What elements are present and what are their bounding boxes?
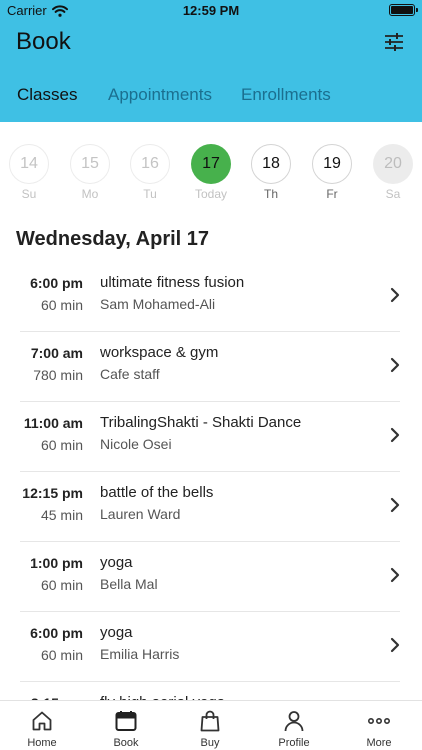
class-name: ultimate fitness fusion <box>100 274 245 291</box>
tabbar-more[interactable]: More <box>337 701 421 750</box>
day-number: 19 <box>312 144 352 184</box>
class-duration: 60 min <box>40 297 83 313</box>
day-number: 15 <box>70 144 110 184</box>
class-duration: 780 min <box>33 367 83 383</box>
tabbar-profile[interactable]: Profile <box>252 701 336 750</box>
class-time: 12:15 pm <box>22 485 83 501</box>
home-icon <box>32 711 52 731</box>
class-name: yoga <box>100 624 133 641</box>
class-instructor: Bella Mal <box>100 576 158 592</box>
class-row[interactable]: 1:00 pm 60 min yoga Bella Mal <box>0 542 422 612</box>
day-number: 14 <box>9 144 49 184</box>
calendar-icon <box>115 711 137 731</box>
tabbar-label: More <box>366 737 392 749</box>
date-heading: Wednesday, April 17 <box>16 228 210 250</box>
day-15[interactable]: 15 Mo <box>69 144 111 201</box>
class-list: 6:00 pm 60 min ultimate fitness fusion S… <box>0 262 422 750</box>
segment-tabs: Classes Appointments Enrollments <box>0 85 422 109</box>
tab-classes[interactable]: Classes <box>17 85 77 105</box>
day-20[interactable]: 20 Sa <box>372 144 414 201</box>
class-instructor: Emilia Harris <box>100 646 180 662</box>
tabbar-label: Home <box>27 737 57 749</box>
tabbar-buy[interactable]: Buy <box>168 701 252 750</box>
day-label: Today <box>194 187 228 201</box>
more-dots-icon <box>367 718 390 725</box>
tabbar-label: Buy <box>200 737 220 749</box>
class-duration: 60 min <box>40 437 83 453</box>
week-day-picker: 14 Su 15 Mo 16 Tu 17 Today 18 Th 19 Fr 2… <box>0 144 422 206</box>
class-instructor: Sam Mohamed-Ali <box>100 296 216 312</box>
day-18[interactable]: 18 Th <box>250 144 292 201</box>
class-row[interactable]: 6:00 pm 60 min ultimate fitness fusion S… <box>0 262 422 332</box>
class-name: workspace & gym <box>100 344 219 361</box>
tabbar-home[interactable]: Home <box>0 701 84 750</box>
status-bar: Carrier 12:59 PM <box>0 0 422 20</box>
class-instructor: Nicole Osei <box>100 436 172 452</box>
tab-appointments[interactable]: Appointments <box>108 85 212 105</box>
chevron-right-icon <box>390 637 400 653</box>
class-time: 1:00 pm <box>30 555 83 571</box>
class-time: 11:00 am <box>23 415 83 431</box>
app-screen: Carrier 12:59 PM Book Classes Appointmen… <box>0 0 422 750</box>
day-label: Fr <box>326 187 338 201</box>
chevron-right-icon <box>390 427 400 443</box>
day-number: 17 <box>191 144 231 184</box>
day-19[interactable]: 19 Fr <box>311 144 353 201</box>
day-label: Su <box>21 187 37 201</box>
bottom-tab-bar: Home Book Buy Profile More <box>0 700 422 750</box>
status-time: 12:59 PM <box>182 3 240 18</box>
class-time: 7:00 am <box>30 345 83 361</box>
tab-enrollments[interactable]: Enrollments <box>241 85 331 105</box>
day-number: 16 <box>130 144 170 184</box>
header: Carrier 12:59 PM Book Classes Appointmen… <box>0 0 422 122</box>
class-time: 6:00 pm <box>30 625 83 641</box>
day-14[interactable]: 14 Su <box>8 144 50 201</box>
day-label: Sa <box>385 187 401 201</box>
class-duration: 60 min <box>40 577 83 593</box>
day-label: Mo <box>81 187 99 201</box>
day-16[interactable]: 16 Tu <box>129 144 171 201</box>
class-name: yoga <box>100 554 133 571</box>
class-name: battle of the bells <box>100 484 214 501</box>
filter-sliders-icon[interactable] <box>384 32 404 52</box>
class-duration: 45 min <box>40 507 83 523</box>
page-title: Book <box>16 28 71 55</box>
class-instructor: Lauren Ward <box>100 506 181 522</box>
class-time: 6:00 pm <box>30 275 83 291</box>
tabbar-label: Profile <box>278 737 310 749</box>
class-name: TribalingShakti - Shakti Dance <box>100 414 302 431</box>
day-label: Tu <box>143 187 157 201</box>
day-number: 18 <box>251 144 291 184</box>
class-row[interactable]: 7:00 am 780 min workspace & gym Cafe sta… <box>0 332 422 402</box>
class-row[interactable]: 12:15 pm 45 min battle of the bells Laur… <box>0 472 422 542</box>
class-row[interactable]: 11:00 am 60 min TribalingShakti - Shakti… <box>0 402 422 472</box>
chevron-right-icon <box>390 357 400 373</box>
tabbar-label: Book <box>113 737 139 749</box>
person-icon <box>284 711 304 732</box>
battery-icon <box>389 4 418 16</box>
class-instructor: Cafe staff <box>100 366 160 382</box>
day-label: Th <box>263 187 278 201</box>
class-row[interactable]: 6:00 pm 60 min yoga Emilia Harris <box>0 612 422 682</box>
day-17-today[interactable]: 17 Today <box>190 144 232 201</box>
chevron-right-icon <box>390 287 400 303</box>
day-number: 20 <box>373 144 413 184</box>
shopping-bag-icon <box>200 710 220 732</box>
chevron-right-icon <box>390 567 400 583</box>
chevron-right-icon <box>390 497 400 513</box>
class-duration: 60 min <box>40 647 83 663</box>
tabbar-book[interactable]: Book <box>84 701 168 750</box>
